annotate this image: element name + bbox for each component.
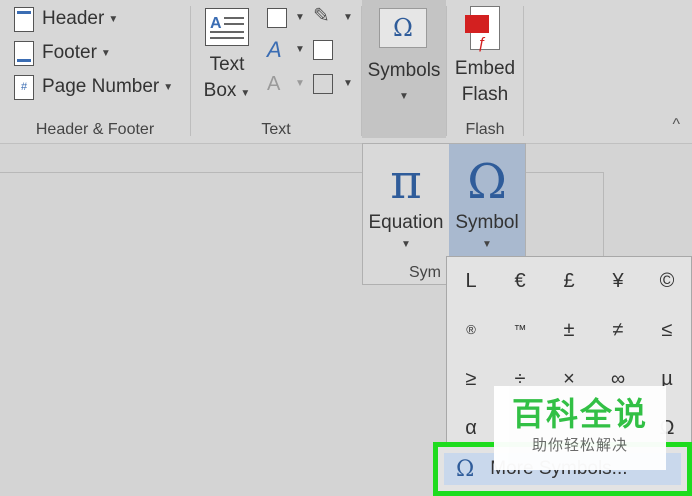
symbol-cell[interactable]: ®: [447, 306, 495, 354]
symbol-cell[interactable]: ©: [643, 257, 691, 305]
page-edge: [603, 172, 604, 264]
symbol-cell[interactable]: €: [496, 257, 544, 305]
header-footer-group: Header ▼ Footer ▼ # Page Number ▼ Header…: [0, 0, 190, 143]
page-number-label: Page Number: [42, 76, 160, 97]
chevron-down-icon: ▼: [100, 47, 111, 59]
footer-label: Footer: [42, 42, 97, 63]
text-group: A Text Box ▼ ▼ A ▼ A ▼ ✎ ▼ ▼ Text: [191, 0, 361, 143]
symbols-button[interactable]: Ω Symbols ▼: [362, 0, 446, 138]
chevron-down-icon[interactable]: ▼: [295, 44, 305, 55]
pi-icon: π: [390, 154, 422, 210]
chevron-down-icon[interactable]: ▼: [343, 78, 353, 89]
chevron-down-icon: ▼: [108, 13, 119, 25]
symbol-cell[interactable]: ≥: [447, 355, 495, 403]
omega-icon: Ω: [467, 154, 507, 210]
symbol-cell[interactable]: ≤: [643, 306, 691, 354]
text-box-label-line2: Box: [203, 80, 237, 101]
flash-file-icon: ƒ: [465, 6, 500, 52]
watermark-title: 百科全说: [511, 396, 648, 432]
flash-label: Flash: [461, 84, 509, 105]
group-divider: [523, 6, 524, 136]
signature-line-icon[interactable]: ✎: [313, 6, 333, 26]
header-icon: [14, 6, 34, 32]
ribbon: Header ▼ Footer ▼ # Page Number ▼ Header…: [0, 0, 692, 144]
symbol-cell[interactable]: £: [545, 257, 593, 305]
symbol-cell[interactable]: ™: [496, 306, 544, 354]
omega-icon: Ω: [379, 8, 427, 48]
header-button[interactable]: Header ▼: [14, 4, 118, 34]
watermark-subtitle: 助你轻松解决: [531, 437, 628, 454]
text-box-label-line1: Text: [209, 54, 245, 75]
symbol-label: Symbol: [455, 212, 519, 233]
embed-flash-button[interactable]: ƒ Embed Flash: [447, 6, 523, 108]
footer-button[interactable]: Footer ▼: [14, 38, 111, 68]
flash-group-label: Flash: [465, 121, 505, 138]
chevron-down-icon: ▼: [240, 88, 251, 99]
flash-group: ƒ Embed Flash Flash: [447, 0, 523, 143]
wordart-icon[interactable]: A: [267, 39, 287, 61]
header-label: Header: [42, 8, 105, 29]
page-number-icon: #: [14, 74, 34, 100]
chevron-down-icon: ▼: [163, 81, 174, 93]
symbols-label: Symbols: [367, 60, 441, 81]
header-footer-group-label: Header & Footer: [35, 121, 155, 138]
symbol-cell[interactable]: ±: [545, 306, 593, 354]
symbol-cell[interactable]: L: [447, 257, 495, 305]
watermark-logo: 百科全说 助你轻松解决: [494, 386, 666, 470]
symbol-button[interactable]: Ω Symbol ▼: [449, 144, 525, 268]
object-icon[interactable]: [313, 74, 333, 94]
embed-label: Embed: [454, 58, 516, 79]
chevron-down-icon: ▼: [482, 239, 492, 250]
date-time-icon[interactable]: [313, 40, 333, 60]
equation-button[interactable]: π Equation ▼: [363, 144, 449, 284]
drop-cap-icon[interactable]: A: [267, 74, 287, 94]
text-group-label: Text: [261, 121, 291, 138]
omega-icon: Ω: [456, 456, 475, 482]
quick-parts-icon[interactable]: [267, 8, 287, 28]
collapse-ribbon-icon[interactable]: ^: [672, 116, 680, 134]
footer-icon: [14, 40, 34, 66]
symbol-cell[interactable]: ≠: [594, 306, 642, 354]
chevron-down-icon: ▼: [295, 78, 305, 89]
chevron-down-icon: ▼: [401, 239, 411, 250]
chevron-down-icon[interactable]: ▼: [295, 12, 305, 23]
page-number-button[interactable]: # Page Number ▼: [14, 72, 173, 102]
text-box-icon: A: [205, 8, 249, 46]
chevron-down-icon[interactable]: ▼: [343, 12, 353, 23]
symbol-cell[interactable]: ¥: [594, 257, 642, 305]
chevron-down-icon: ▼: [399, 91, 409, 102]
equation-label: Equation: [368, 212, 444, 233]
symbols-group-label: Sym: [409, 264, 441, 281]
text-box-button[interactable]: A Text Box ▼: [199, 8, 255, 107]
